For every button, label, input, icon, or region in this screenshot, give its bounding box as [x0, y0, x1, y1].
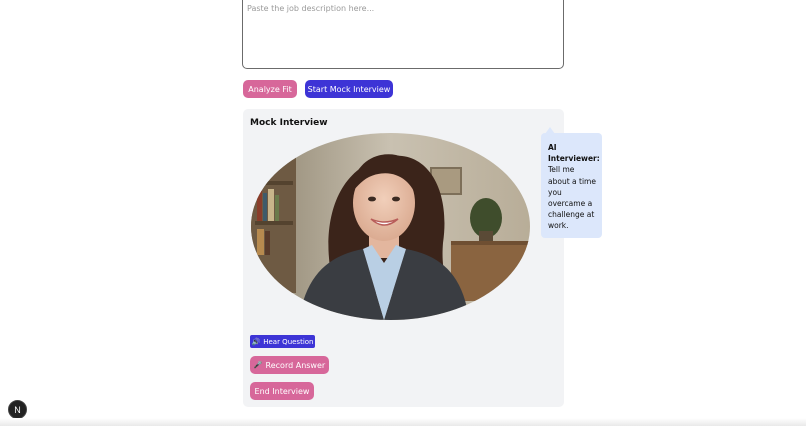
hear-question-label: Hear Question	[263, 337, 314, 346]
ai-interviewer-speaker: AI Interviewer:	[548, 143, 600, 164]
ai-interviewer-bubble: AI Interviewer: Tell me about a time you…	[541, 133, 602, 238]
bottom-edge-shadow	[0, 418, 806, 426]
microphone-icon: 🎤	[253, 361, 263, 369]
nextjs-logo-icon[interactable]: N	[8, 400, 27, 419]
mock-interview-title: Mock Interview	[250, 118, 328, 128]
end-interview-button[interactable]: End Interview	[250, 382, 314, 400]
speaker-icon: 🔊	[251, 337, 261, 346]
job-description-textarea[interactable]: Paste the job description here...	[242, 0, 564, 69]
record-answer-button[interactable]: 🎤 Record Answer	[250, 356, 329, 374]
start-mock-interview-button[interactable]: Start Mock Interview	[305, 80, 393, 98]
ai-interviewer-question: Tell me about a time you overcame a chal…	[548, 165, 596, 231]
analyze-fit-button[interactable]: Analyze Fit	[243, 80, 297, 98]
hear-question-button[interactable]: 🔊 Hear Question	[250, 335, 315, 348]
interviewer-portrait	[251, 133, 530, 320]
job-description-placeholder: Paste the job description here...	[247, 4, 375, 13]
record-answer-label: Record Answer	[265, 360, 326, 370]
